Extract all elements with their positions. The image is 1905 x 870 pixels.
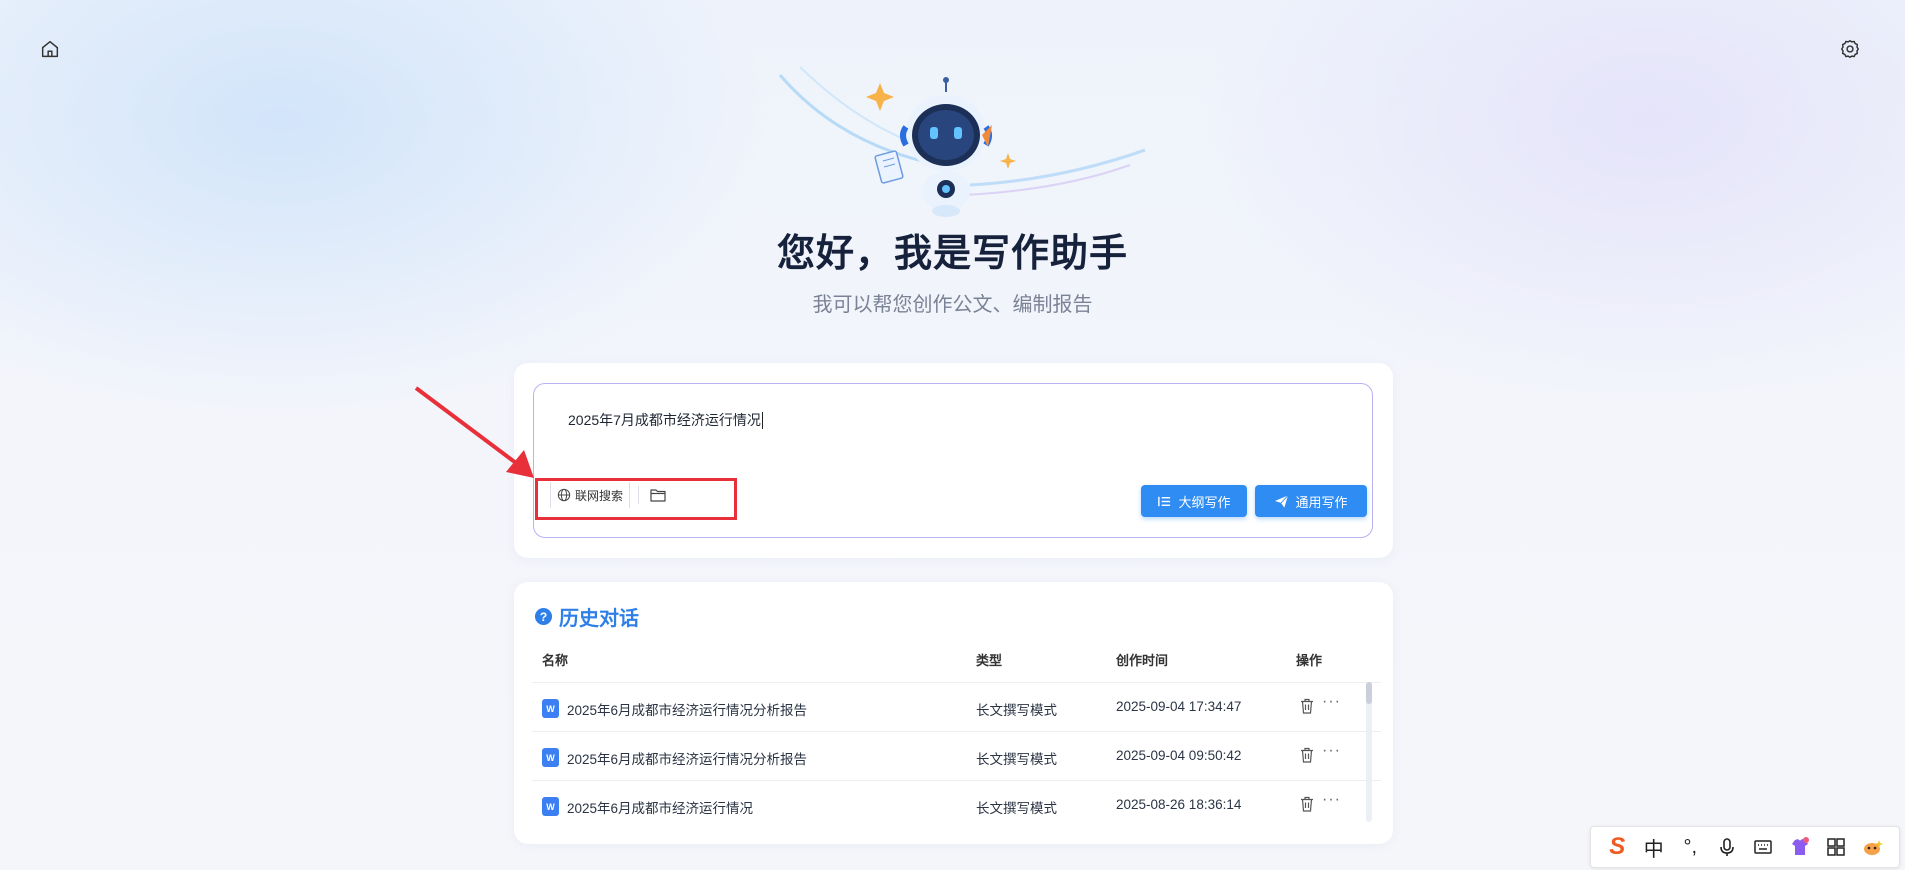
column-time: 创作时间 [1116, 653, 1169, 668]
scrollbar-thumb[interactable] [1366, 682, 1372, 704]
toolbar-divider [638, 486, 640, 504]
trash-icon[interactable] [1300, 698, 1314, 714]
outline-writing-label: 大纲写作 [1178, 494, 1231, 510]
column-name: 名称 [542, 653, 569, 668]
text-caret [761, 411, 763, 429]
robot-illustration [778, 66, 1146, 217]
svg-text:?: ? [540, 610, 548, 624]
word-doc-icon: W [542, 748, 559, 767]
row-time: 2025-08-26 18:36:14 [1116, 797, 1242, 812]
history-card: ? 历史对话 名称 类型 创作时间 操作 W 2025年6月成都市经济运行情况分… [514, 582, 1393, 844]
history-table-header: 名称 类型 创作时间 操作 [514, 650, 1393, 670]
folder-icon[interactable] [647, 484, 669, 506]
row-type: 长文撰写模式 [976, 703, 1057, 718]
prompt-input[interactable]: 2025年7月成都市经济运行情况 联网搜索 大纲写作 通用写作 [533, 383, 1373, 538]
general-writing-label: 通用写作 [1295, 494, 1348, 510]
row-type: 长文撰写模式 [976, 801, 1057, 816]
more-icon[interactable]: ··· [1322, 742, 1341, 760]
general-writing-button[interactable]: 通用写作 [1255, 485, 1367, 517]
skin-shirt-icon[interactable] [1787, 834, 1813, 860]
input-card: 2025年7月成都市经济运行情况 联网搜索 大纲写作 通用写作 [514, 363, 1393, 558]
column-operation: 操作 [1296, 653, 1323, 668]
row-type: 长文撰写模式 [976, 752, 1057, 767]
history-scrollbar[interactable] [1366, 682, 1372, 822]
trash-icon[interactable] [1300, 796, 1314, 812]
input-toolbar: 联网搜索 [542, 480, 669, 510]
page-subtitle: 我可以帮您创作公文、编制报告 [812, 294, 1093, 316]
question-icon: ? [534, 607, 553, 626]
web-search-toggle[interactable]: 联网搜索 [550, 482, 631, 508]
history-header: ? 历史对话 [534, 602, 639, 631]
row-name[interactable]: 2025年6月成都市经济运行情况分析报告 [567, 748, 807, 768]
web-search-label: 联网搜索 [575, 488, 624, 503]
table-row[interactable]: W 2025年6月成都市经济运行情况分析报告 长文撰写模式 2025-09-04… [532, 682, 1381, 731]
ime-language-toggle[interactable]: 中 [1641, 834, 1667, 861]
toolbox-grid-icon[interactable] [1823, 834, 1849, 860]
send-icon [1275, 494, 1289, 508]
trash-icon[interactable] [1300, 747, 1314, 763]
table-row[interactable]: W 2025年6月成都市经济运行情况分析报告 长文撰写模式 2025-09-04… [532, 731, 1381, 780]
prompt-input-value[interactable]: 2025年7月成都市经济运行情况 [568, 410, 761, 430]
row-name[interactable]: 2025年6月成都市经济运行情况分析报告 [567, 699, 807, 719]
globe-icon [557, 488, 571, 502]
more-icon[interactable]: ··· [1322, 791, 1341, 809]
keyboard-icon[interactable] [1750, 834, 1776, 860]
history-title: 历史对话 [559, 608, 639, 630]
list-icon [1158, 496, 1171, 506]
ime-toolbar: S 中 °, [1590, 826, 1900, 868]
sogou-logo-icon[interactable]: S [1604, 833, 1630, 860]
history-table: W 2025年6月成都市经济运行情况分析报告 长文撰写模式 2025-09-04… [532, 682, 1381, 829]
microphone-icon[interactable] [1714, 834, 1740, 860]
word-doc-icon: W [542, 699, 559, 718]
home-icon[interactable] [37, 36, 63, 62]
outline-writing-button[interactable]: 大纲写作 [1141, 485, 1247, 517]
row-time: 2025-09-04 09:50:42 [1116, 748, 1242, 763]
gear-icon[interactable] [1837, 36, 1863, 62]
row-time: 2025-09-04 17:34:47 [1116, 699, 1242, 714]
more-icon[interactable]: ··· [1322, 693, 1341, 711]
page-title: 您好，我是写作助手 [776, 233, 1128, 275]
word-doc-icon: W [542, 797, 559, 816]
table-row[interactable]: W 2025年6月成都市经济运行情况 长文撰写模式 2025-08-26 18:… [532, 780, 1381, 829]
column-type: 类型 [976, 653, 1003, 668]
ime-punctuation-toggle[interactable]: °, [1677, 834, 1703, 860]
mascot-icon[interactable] [1860, 834, 1886, 860]
row-name[interactable]: 2025年6月成都市经济运行情况 [567, 797, 753, 817]
